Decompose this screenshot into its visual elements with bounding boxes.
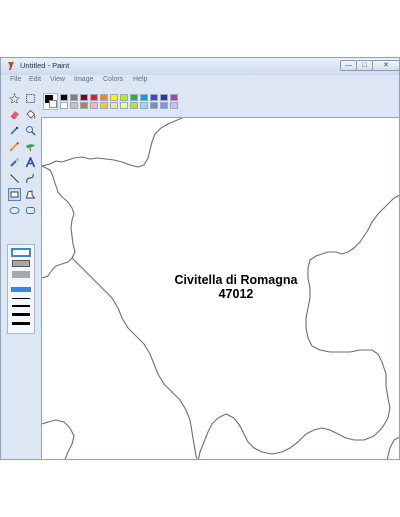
palette-color-swatch[interactable] (110, 102, 118, 109)
menu-edit[interactable]: Edit (29, 76, 41, 83)
text-icon (25, 157, 36, 168)
palette-color-swatch[interactable] (170, 102, 178, 109)
palette-color-swatch[interactable] (90, 94, 98, 101)
minimize-button[interactable]: — (340, 60, 357, 71)
palette-color-swatch[interactable] (60, 102, 68, 109)
boundary-line-south (198, 349, 391, 459)
tool-brush[interactable] (25, 141, 36, 152)
drawing-canvas[interactable]: Civitella di Romagna 47012 (41, 117, 399, 459)
line-width-2[interactable] (12, 298, 30, 299)
boundary-line-southeast-corner (386, 436, 399, 459)
pencil-icon (10, 141, 20, 151)
tool-free-form-select[interactable] (9, 93, 20, 104)
menu-bar: File Edit View Image Colors Help (1, 75, 399, 87)
palette-color-swatch[interactable] (70, 102, 78, 109)
paint-app-icon (8, 62, 14, 70)
line-icon (10, 174, 19, 183)
palette-color-swatch[interactable] (140, 94, 148, 101)
window-title: Untitled - Paint (20, 61, 70, 70)
close-button[interactable]: ✕ (372, 60, 399, 71)
tool-options (7, 244, 35, 334)
rounded-rect-icon (26, 207, 35, 214)
palette-color-swatch[interactable] (60, 94, 68, 101)
tool-rounded-rectangle[interactable] (25, 205, 36, 216)
tool-ellipse[interactable] (9, 205, 20, 216)
background-color[interactable] (49, 100, 57, 108)
tool-fill[interactable] (25, 109, 36, 120)
current-colors[interactable] (43, 93, 58, 110)
menu-image[interactable]: Image (74, 76, 93, 83)
tool-airbrush[interactable] (9, 157, 20, 168)
menu-file[interactable]: File (10, 76, 21, 83)
curve-icon (26, 173, 34, 184)
tool-polygon[interactable] (25, 189, 36, 200)
palette-color-swatch[interactable] (150, 102, 158, 109)
airbrush-icon (10, 158, 19, 167)
title-bar[interactable]: Untitled - Paint — □ ✕ (1, 58, 399, 75)
palette-color-swatch[interactable] (70, 94, 78, 101)
palette-color-swatch[interactable] (130, 94, 138, 101)
palette-color-swatch[interactable] (140, 102, 148, 109)
tool-eraser[interactable] (9, 109, 20, 120)
palette-color-swatch[interactable] (100, 102, 108, 109)
palette-color-swatch[interactable] (160, 102, 168, 109)
palette-color-swatch[interactable] (100, 94, 108, 101)
tool-select[interactable] (25, 93, 36, 104)
paint-window: Untitled - Paint — □ ✕ File Edit View Im… (0, 57, 400, 460)
fill-style-outline[interactable] (11, 248, 31, 257)
palette-color-swatch[interactable] (80, 94, 88, 101)
polygon-icon (25, 190, 36, 199)
ellipse-icon (9, 206, 20, 215)
eraser-icon (10, 111, 19, 120)
palette-color-swatch[interactable] (120, 94, 128, 101)
fill-style-outline-fill[interactable] (12, 260, 30, 267)
map-label-postcode: 47012 (218, 287, 254, 301)
menu-view[interactable]: View (50, 76, 65, 83)
tool-pencil[interactable] (9, 141, 20, 152)
line-width-1[interactable] (11, 287, 31, 292)
eyedropper-icon (10, 126, 19, 135)
paint-bucket-icon (26, 109, 36, 119)
menu-colors[interactable]: Colors (103, 76, 123, 83)
tool-curve[interactable] (25, 173, 36, 184)
tool-magnifier[interactable] (25, 125, 36, 136)
tool-box (1, 87, 41, 459)
line-width-4[interactable] (12, 313, 30, 316)
tool-pick-color[interactable] (9, 125, 20, 136)
tool-line[interactable] (9, 173, 20, 184)
rectangle-icon (10, 191, 19, 198)
line-width-3[interactable] (12, 305, 30, 307)
rect-select-icon (26, 94, 35, 103)
palette-color-swatch[interactable] (160, 94, 168, 101)
brush-icon (26, 144, 35, 152)
palette-color-swatch[interactable] (80, 102, 88, 109)
tool-rectangle[interactable] (8, 188, 21, 201)
boundary-line-east (305, 194, 399, 353)
star-select-icon (9, 93, 20, 104)
magnifier-icon (26, 126, 36, 136)
fill-style-fill[interactable] (12, 271, 30, 278)
palette-color-swatch[interactable] (170, 94, 178, 101)
palette-color-swatch[interactable] (110, 94, 118, 101)
palette-color-swatch[interactable] (120, 102, 128, 109)
palette-color-swatch[interactable] (130, 102, 138, 109)
menu-help[interactable]: Help (133, 76, 147, 83)
palette-color-swatch[interactable] (150, 94, 158, 101)
line-width-5[interactable] (12, 322, 30, 325)
map-label-name: Civitella di Romagna (174, 273, 298, 287)
boundary-line-north (42, 118, 183, 168)
palette-color-swatch[interactable] (90, 102, 98, 109)
boundary-line-west (42, 165, 76, 279)
boundary-line-south-east (42, 419, 75, 459)
tool-text[interactable] (25, 157, 36, 168)
maximize-button[interactable]: □ (356, 60, 373, 71)
